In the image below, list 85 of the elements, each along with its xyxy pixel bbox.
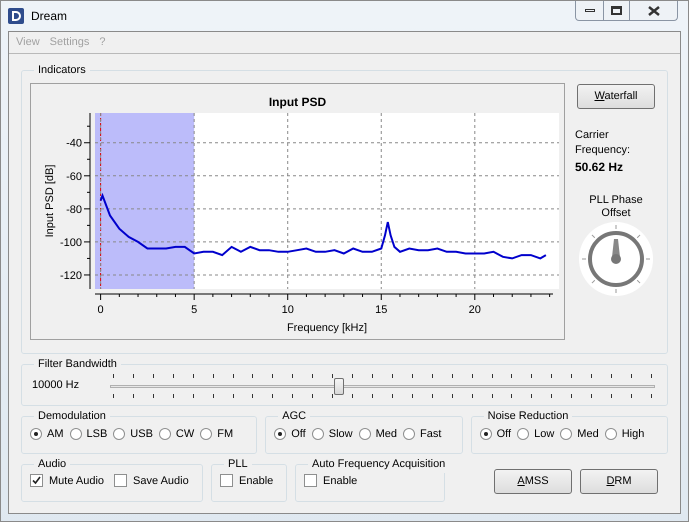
radio-option[interactable]: Med [358, 426, 397, 442]
radio-label: AM [47, 426, 64, 442]
checkbox-label: Save Audio [133, 474, 189, 488]
group-title: Indicators [37, 63, 87, 78]
close-icon [648, 6, 660, 16]
radio-label: FM [217, 426, 234, 442]
checkbox-label: Mute Audio [49, 474, 104, 488]
radio-button[interactable] [604, 428, 617, 440]
radio-label: High [622, 426, 644, 442]
axis-tick-label: 5 [191, 304, 198, 316]
checkbox-label: Enable [323, 474, 358, 488]
axis-tick-label: 0 [98, 304, 104, 316]
checkbox[interactable] [220, 474, 233, 488]
radio-button[interactable] [480, 428, 492, 440]
radio-label: Low [534, 426, 554, 442]
radio-label: USB [130, 426, 153, 442]
radio-label: Med [577, 426, 599, 442]
radio-option[interactable]: High [604, 426, 644, 442]
radio-button[interactable] [358, 428, 371, 440]
radio-label: Off [291, 426, 306, 442]
pll-label: PLL Phase Offset [588, 194, 644, 220]
axis-tick-label: 20 [468, 304, 481, 316]
x-axis-label: Frequency [kHz] [286, 322, 368, 334]
checkbox-option[interactable]: Save Audio [114, 472, 189, 489]
push-button[interactable]: Waterfall [577, 84, 655, 108]
slider-thumb[interactable] [334, 378, 344, 394]
checkbox-label: Enable [239, 474, 274, 488]
radio-option[interactable]: Fast [402, 426, 442, 442]
radio-button[interactable] [158, 428, 171, 440]
radio-button[interactable] [517, 428, 530, 440]
radio-button[interactable] [560, 428, 572, 440]
carrier-label: Carrier Frequency: [575, 128, 632, 158]
axis-tick-label: -80 [66, 203, 82, 216]
window-title: Dream [31, 8, 68, 25]
axis-tick-label: 15 [375, 304, 388, 316]
checkbox-option[interactable]: Enable [220, 472, 274, 489]
bandwidth-slider[interactable] [110, 372, 655, 398]
radio-option[interactable]: FM [200, 426, 234, 442]
radio-label: Slow [328, 426, 353, 442]
radio-option[interactable]: Off [480, 426, 512, 442]
radio-option[interactable]: AM [30, 426, 64, 442]
app-icon [8, 8, 24, 24]
radio-button[interactable] [200, 428, 212, 440]
y-axis-label: Input PSD [dB] [44, 164, 56, 237]
group-title: Demodulation [37, 409, 107, 424]
group-title: PLL [227, 457, 249, 472]
axis-tick-label: -40 [66, 137, 82, 150]
radio-label: Med [376, 426, 397, 442]
axis-tick-label: -60 [66, 170, 82, 182]
radio-button[interactable] [70, 428, 82, 440]
group-title: Filter Bandwidth [37, 357, 118, 372]
axis-tick-label: 10 [282, 304, 294, 316]
axis-tick-label: -100 [60, 236, 82, 248]
checkbox[interactable] [304, 474, 317, 488]
bandwidth-value: 10000 Hz [32, 378, 80, 394]
checkbox-option[interactable]: Mute Audio [30, 472, 104, 489]
radio-option[interactable]: LSB [70, 426, 108, 442]
radio-button[interactable] [402, 428, 415, 440]
chart-title: Input PSD [268, 94, 326, 108]
carrier-value: 50.62 Hz [575, 158, 624, 176]
checkbox-option[interactable]: Enable [304, 472, 358, 489]
group-title: AGC [281, 409, 308, 424]
radio-option[interactable]: Low [517, 426, 554, 442]
group-title: Auto Frequency Acquisition [311, 457, 446, 472]
radio-label: Fast [420, 426, 442, 442]
group-title: Noise Reduction [486, 409, 570, 424]
radio-label: CW [176, 426, 194, 442]
radio-label: Off [496, 426, 512, 442]
group-title: Audio [37, 457, 68, 472]
radio-button[interactable] [113, 428, 126, 440]
push-button[interactable]: AMSS [494, 469, 572, 494]
radio-option[interactable]: CW [158, 426, 194, 442]
radio-option[interactable]: Slow [312, 426, 353, 442]
push-button[interactable]: DRM [580, 469, 658, 494]
radio-option[interactable]: USB [113, 426, 153, 442]
checkbox[interactable] [114, 474, 128, 488]
radio-button[interactable] [274, 428, 286, 440]
checkbox[interactable] [30, 474, 43, 488]
axis-tick-label: -120 [60, 269, 82, 282]
phase-dial-icon [578, 220, 654, 296]
radio-button[interactable] [30, 428, 42, 440]
radio-option[interactable]: Off [274, 426, 306, 442]
radio-button[interactable] [312, 428, 324, 440]
radio-label: LSB [86, 426, 108, 442]
radio-option[interactable]: Med [560, 426, 599, 442]
